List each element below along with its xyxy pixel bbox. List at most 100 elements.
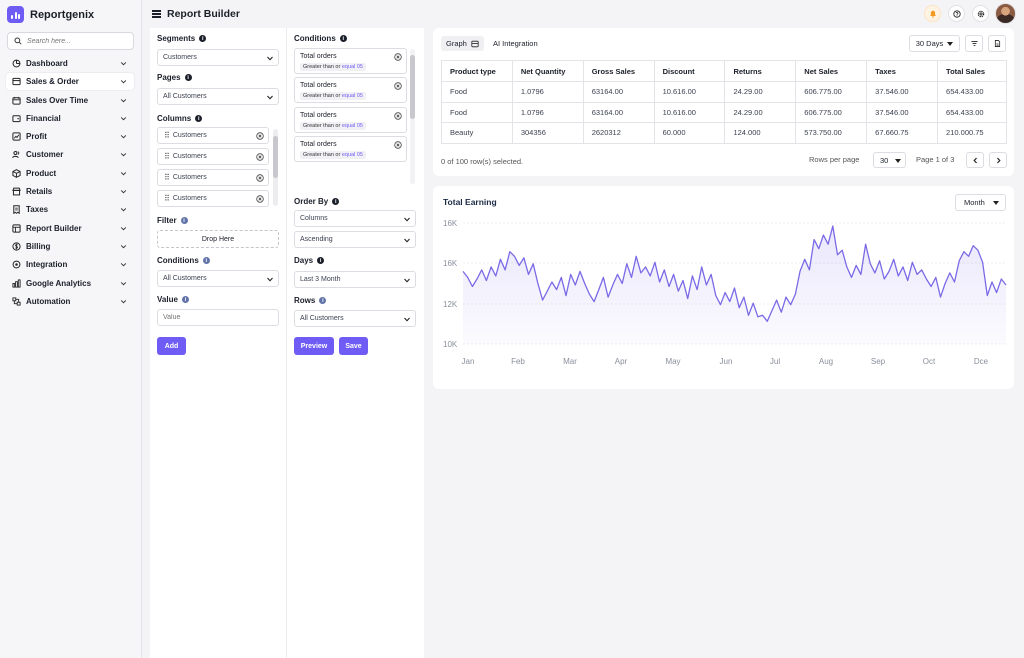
prev-page-button[interactable] — [966, 152, 984, 168]
chevron-down-icon[interactable] — [120, 170, 127, 177]
sidebar-search[interactable] — [7, 32, 134, 50]
segments-select[interactable]: Customers — [157, 49, 279, 66]
info-icon[interactable]: i — [339, 35, 347, 42]
info-icon[interactable]: i — [319, 297, 327, 304]
sidebar-item-dashboard[interactable]: Dashboard — [6, 55, 134, 72]
sidebar-item-sales-order[interactable]: Sales & Order — [6, 73, 134, 91]
chevron-down-icon[interactable] — [120, 188, 127, 195]
tab-graph[interactable]: Graph — [441, 36, 484, 51]
order-direction-select[interactable]: Ascending — [294, 231, 416, 248]
info-icon[interactable]: i — [180, 217, 188, 224]
info-icon[interactable]: i — [202, 257, 210, 264]
sidebar-item-integration[interactable]: Integration — [6, 256, 134, 273]
column-header[interactable]: Returns — [724, 60, 797, 82]
columns-scrollbar[interactable] — [273, 129, 278, 206]
column-header[interactable]: Taxes — [866, 60, 939, 82]
add-button[interactable]: Add — [157, 337, 186, 355]
settings-button[interactable] — [972, 5, 989, 22]
chevron-down-icon[interactable] — [120, 225, 127, 232]
export-button[interactable] — [988, 35, 1006, 52]
column-item[interactable]: ⠿ Customers — [157, 169, 269, 186]
sidebar-item-retails[interactable]: Retails — [6, 183, 134, 200]
sidebar-item-billing[interactable]: Billing — [6, 238, 134, 255]
table-row[interactable]: Food 1.0796 63164.00 10.616.00 24.29.00 606.7… — [441, 101, 1007, 123]
filter-drop-zone[interactable]: Drop Here — [157, 230, 279, 248]
sidebar-item-customer[interactable]: Customer — [6, 146, 134, 163]
column-header[interactable]: Net Sales — [795, 60, 868, 82]
rows-select[interactable]: All Customers — [294, 310, 416, 327]
column-header[interactable]: Gross Sales — [582, 60, 655, 82]
filter-button[interactable] — [965, 35, 983, 52]
chevron-down-icon[interactable] — [120, 280, 127, 287]
sidebar-item-product[interactable]: Product — [6, 165, 134, 182]
chevron-down-icon[interactable] — [120, 78, 127, 85]
remove-icon[interactable] — [256, 132, 264, 140]
remove-icon[interactable] — [394, 82, 402, 90]
notification-button[interactable] — [924, 5, 941, 22]
tab-ai-integration[interactable]: AI Integration — [488, 36, 543, 51]
info-icon[interactable]: i — [332, 198, 340, 205]
sidebar-item-profit[interactable]: Profit — [6, 128, 134, 145]
chevron-down-icon[interactable] — [120, 206, 127, 213]
conditions-select[interactable]: All Customers — [157, 270, 279, 287]
condition-card[interactable]: Total orders Greater than or equal 05 — [294, 106, 407, 133]
chevron-down-icon[interactable] — [120, 261, 127, 268]
table-row[interactable]: Beauty 304356 2620312 60.000 124.000 573.750.… — [441, 122, 1007, 144]
chevron-down-icon[interactable] — [120, 151, 127, 158]
info-icon[interactable]: i — [195, 115, 203, 122]
column-header[interactable]: Discount — [653, 60, 726, 82]
info-icon[interactable]: i — [199, 35, 207, 42]
days-select[interactable]: Last 3 Month — [294, 271, 416, 288]
drag-handle-icon[interactable]: ⠿ — [164, 152, 170, 161]
drag-handle-icon[interactable]: ⠿ — [164, 194, 170, 203]
chevron-down-icon[interactable] — [120, 243, 127, 250]
value-input[interactable] — [157, 309, 279, 326]
sidebar-item-automation[interactable]: Automation — [6, 293, 134, 310]
info-icon[interactable]: i — [184, 74, 192, 81]
column-item[interactable]: ⠿ Customers — [157, 148, 269, 165]
sidebar-item-taxes[interactable]: Taxes — [6, 201, 134, 218]
info-icon[interactable]: i — [181, 296, 189, 303]
chevron-down-icon[interactable] — [120, 115, 127, 122]
condition-card[interactable]: Total orders Greater than or equal 05 — [294, 48, 407, 74]
chevron-down-icon[interactable] — [120, 133, 127, 140]
rows-per-page-select[interactable]: 30 — [873, 152, 906, 168]
remove-icon[interactable] — [256, 174, 264, 182]
conditions-scrollbar[interactable] — [410, 49, 415, 184]
drag-handle-icon[interactable]: ⠿ — [164, 173, 170, 182]
sidebar-item-financial[interactable]: Financial — [6, 110, 134, 127]
pages-select[interactable]: All Customers — [157, 88, 279, 105]
preview-button[interactable]: Preview — [294, 337, 334, 355]
remove-icon[interactable] — [256, 153, 264, 161]
order-column-select[interactable]: Columns — [294, 210, 416, 227]
condition-card[interactable]: Total orders Greater than or equal 05 — [294, 77, 407, 104]
chevron-down-icon[interactable] — [120, 97, 127, 104]
table-row[interactable]: Food 1.0796 63164.00 10.616.00 24.29.00 606.7… — [441, 81, 1007, 103]
help-button[interactable] — [948, 5, 965, 22]
column-header[interactable]: Product type — [441, 60, 513, 82]
column-header[interactable]: Net Quantity — [511, 60, 584, 82]
sidebar-item-google-analytics[interactable]: Google Analytics — [6, 275, 134, 292]
column-item[interactable]: ⠿ Customers — [157, 190, 269, 207]
sidebar-item-sales-over-time[interactable]: Sales Over Time — [6, 92, 134, 109]
info-icon[interactable]: i — [317, 257, 325, 264]
remove-icon[interactable] — [394, 53, 402, 61]
search-input[interactable] — [27, 37, 127, 45]
remove-icon[interactable] — [394, 141, 402, 149]
condition-card[interactable]: Total orders Greater than or equal 05 — [294, 135, 407, 162]
remove-icon[interactable] — [394, 111, 402, 120]
brand[interactable]: Reportgenix — [7, 6, 94, 23]
period-select[interactable]: Month — [955, 194, 1006, 211]
chevron-down-icon[interactable] — [120, 60, 127, 67]
next-page-button[interactable] — [989, 152, 1007, 168]
sidebar-item-report-builder[interactable]: Report Builder — [6, 220, 134, 237]
range-select[interactable]: 30 Days — [909, 35, 960, 52]
column-header[interactable]: Total Sales — [937, 60, 1007, 82]
user-avatar[interactable] — [995, 3, 1016, 24]
menu-icon[interactable] — [152, 10, 161, 18]
drag-handle-icon[interactable]: ⠿ — [164, 131, 170, 140]
chevron-down-icon[interactable] — [120, 298, 127, 305]
column-item[interactable]: ⠿ Customers — [157, 127, 269, 144]
remove-icon[interactable] — [256, 195, 264, 203]
save-button[interactable]: Save — [339, 337, 368, 355]
